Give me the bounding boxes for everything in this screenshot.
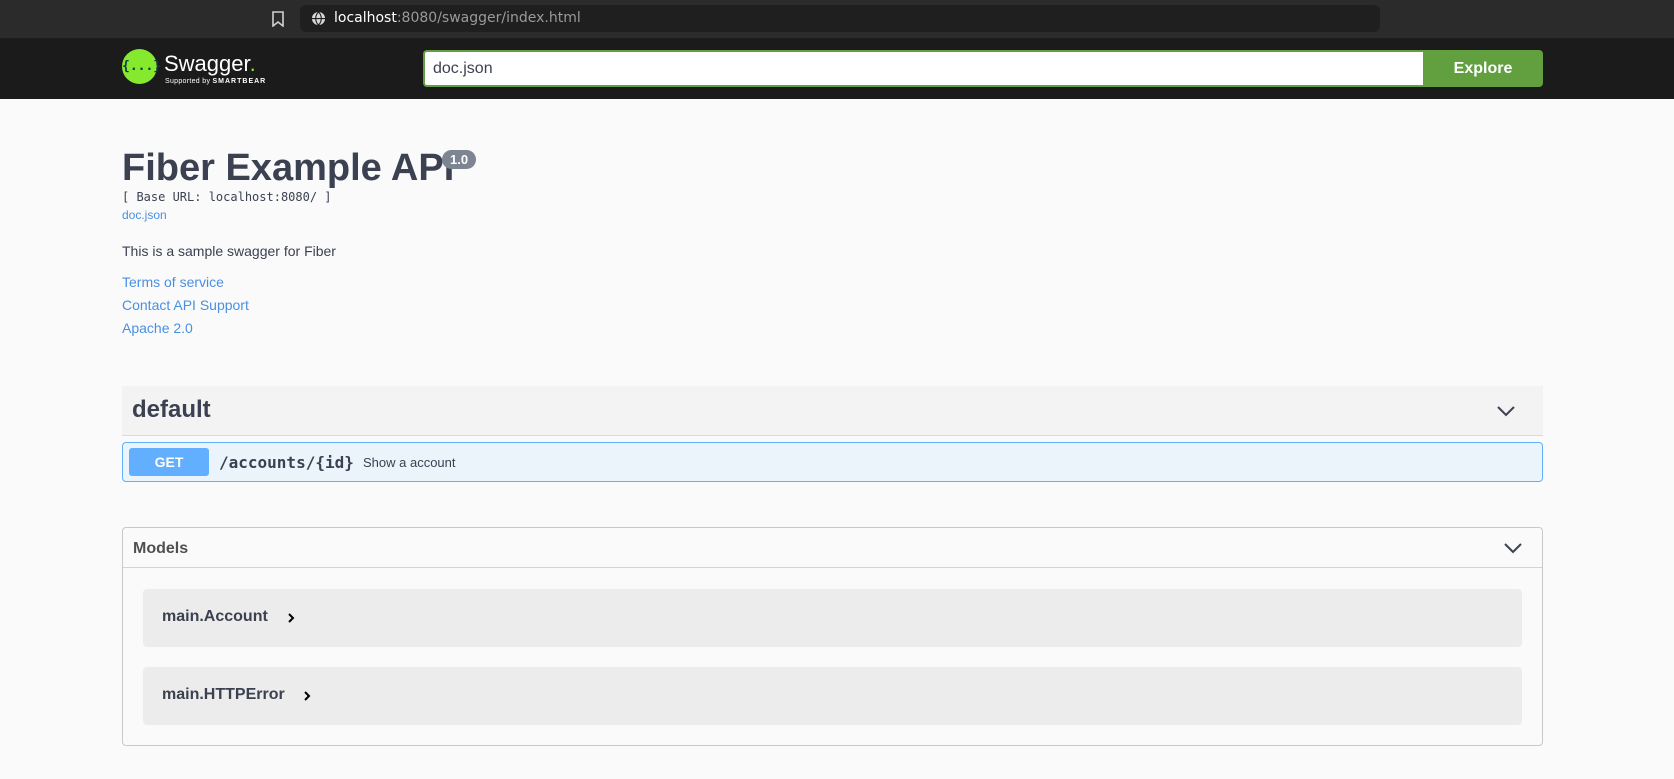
spec-url-input[interactable]: [423, 50, 1423, 87]
operation-summary: Show a account: [363, 455, 456, 470]
tag-name: default: [132, 396, 211, 423]
model-item[interactable]: main.Account: [143, 589, 1522, 647]
swagger-logo-word: Swagger.: [164, 51, 256, 77]
models-section: Models main.Account main.HTTPError: [122, 527, 1543, 746]
method-badge-get: GET: [129, 448, 209, 476]
tagline-brand: SMARTBEAR: [212, 78, 267, 85]
swagger-topbar: {...} Swagger. Supported by SMARTBEAR Ex…: [0, 39, 1674, 99]
globe-icon: [311, 11, 326, 26]
tag-section-default[interactable]: default: [122, 386, 1543, 436]
models-title: Models: [133, 540, 189, 557]
model-name: main.Account: [162, 608, 268, 625]
contact-support-link[interactable]: Contact API Support: [122, 297, 249, 313]
operation-path: /accounts/{id}: [219, 453, 354, 472]
terms-of-service-link[interactable]: Terms of service: [122, 274, 224, 290]
explore-button[interactable]: Explore: [1423, 50, 1543, 87]
chevron-down-icon[interactable]: [1496, 401, 1516, 421]
url-text: localhost:8080/swagger/index.html: [334, 10, 581, 26]
browser-toolbar: localhost:8080/swagger/index.html: [0, 0, 1674, 39]
base-url: [ Base URL: localhost:8080/ ]: [122, 190, 332, 204]
address-bar[interactable]: localhost:8080/swagger/index.html: [300, 5, 1380, 32]
swagger-logo[interactable]: {...} Swagger. Supported by SMARTBEAR: [122, 49, 272, 91]
models-header[interactable]: Models: [123, 528, 1542, 568]
swagger-logo-icon: {...}: [122, 49, 161, 84]
version-badge: 1.0: [442, 150, 477, 169]
chevron-right-icon[interactable]: [285, 612, 297, 624]
api-description: This is a sample swagger for Fiber: [122, 243, 336, 259]
url-host: localhost: [334, 10, 397, 26]
api-title: Fiber Example API: [122, 147, 455, 189]
smartbear-tagline: Supported by SMARTBEAR: [165, 78, 266, 85]
chevron-down-icon[interactable]: [1503, 538, 1523, 558]
model-item[interactable]: main.HTTPError: [143, 667, 1522, 725]
bookmark-icon[interactable]: [271, 11, 285, 27]
url-path: :8080/swagger/index.html: [396, 10, 581, 26]
logo-dot: .: [249, 51, 256, 76]
operation-get-account[interactable]: GET /accounts/{id} Show a account: [122, 442, 1543, 482]
spec-link[interactable]: doc.json: [122, 208, 167, 222]
license-link[interactable]: Apache 2.0: [122, 320, 193, 336]
tagline-prefix: Supported by: [165, 78, 213, 85]
model-name: main.HTTPError: [162, 686, 285, 703]
chevron-right-icon[interactable]: [301, 690, 313, 702]
logo-word-text: Swagger: [164, 51, 250, 76]
